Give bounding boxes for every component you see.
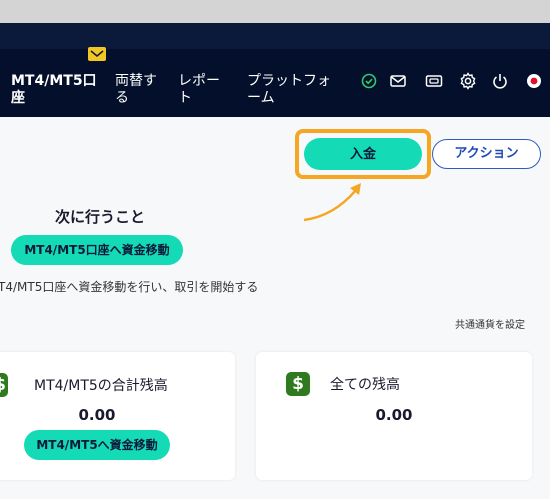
dollar-icon: $ [286,372,310,396]
transfer-to-mt-card-button[interactable]: MT4/MT5へ資金移動 [24,430,170,460]
nav-item-report[interactable]: レポート [178,73,230,107]
card-title: MT4/MT5の合計残高 [34,378,168,394]
card-icon[interactable] [424,71,444,91]
top-strip [0,0,550,23]
card-value: 0.00 [375,406,413,424]
set-currency-link[interactable]: 共通通貨を設定 [455,316,525,331]
deposit-button[interactable]: 入金 [304,138,422,170]
nav-item-exchange[interactable]: 両替する [115,73,165,107]
envelope-badge-icon[interactable] [88,47,106,61]
nav-upper-band [0,23,550,49]
power-icon[interactable] [490,71,510,91]
all-balance-card: $ 全ての残高 0.00 [256,352,532,480]
action-button[interactable]: アクション [432,139,541,169]
pointer-arrow-icon [300,180,370,226]
next-steps-description: T4/MT5口座へ資金移動を行い、取引を開始する [0,280,259,294]
nav-item-platform[interactable]: プラットフォーム [247,73,337,107]
mail-icon[interactable] [388,71,408,91]
card-title: 全ての残高 [330,377,400,393]
mt-total-balance-card: $ MT4/MT5の合計残高 0.00 MT4/MT5へ資金移動 [0,352,235,480]
nav-item-mt-account[interactable]: MT4/MT5口座 [11,73,101,107]
flag-icon[interactable] [524,71,544,91]
dollar-icon: $ [0,373,8,397]
next-steps-title: 次に行うこと [54,208,145,226]
transfer-to-mt-button[interactable]: MT4/MT5口座へ資金移動 [11,235,183,265]
check-circle-icon[interactable] [359,71,379,91]
card-value: 0.00 [78,406,116,424]
gear-icon[interactable] [458,71,478,91]
